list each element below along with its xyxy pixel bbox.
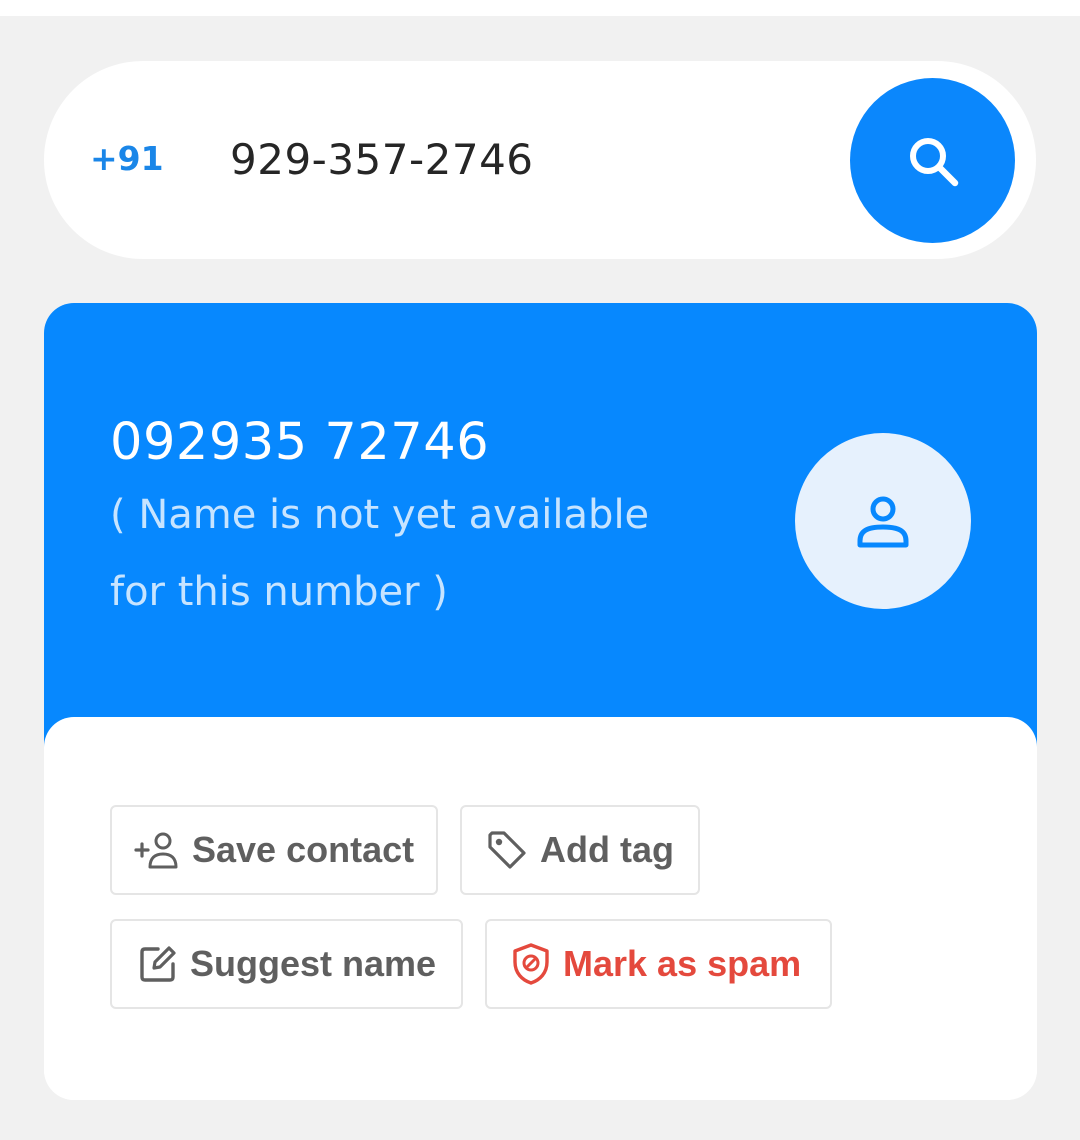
search-bar: +91 — [44, 61, 1036, 259]
search-button[interactable] — [850, 78, 1015, 243]
result-header: 092935 72746 ( Name is not yet available… — [44, 303, 1037, 753]
save-contact-button[interactable]: Save contact — [110, 805, 438, 895]
add-person-icon — [134, 830, 180, 870]
suggest-name-button[interactable]: Suggest name — [110, 919, 463, 1009]
suggest-name-label: Suggest name — [190, 943, 437, 984]
add-tag-label: Add tag — [540, 829, 674, 870]
result-card: 092935 72746 ( Name is not yet available… — [44, 303, 1037, 1100]
name-note-line-2: for this number ) — [110, 569, 448, 615]
mark-as-spam-button[interactable]: Mark as spam — [485, 919, 832, 1009]
name-unavailable-note: ( Name is not yet available for this num… — [110, 477, 730, 631]
tag-icon — [486, 829, 528, 871]
search-icon — [909, 137, 958, 186]
shield-icon — [511, 942, 551, 986]
country-code[interactable]: +91 — [90, 137, 164, 181]
mark-as-spam-label: Mark as spam — [563, 943, 802, 984]
result-number: 092935 72746 — [110, 413, 490, 472]
avatar — [795, 433, 971, 609]
actions-panel: Save contact Add tag Suggest name Mark a… — [44, 717, 1037, 1100]
add-tag-button[interactable]: Add tag — [460, 805, 700, 895]
person-icon — [857, 496, 909, 548]
name-note-line-1: ( Name is not yet available — [110, 492, 650, 538]
top-strip — [0, 0, 1080, 16]
phone-number-input[interactable] — [230, 131, 790, 187]
edit-icon — [138, 944, 178, 984]
save-contact-label: Save contact — [192, 829, 415, 870]
